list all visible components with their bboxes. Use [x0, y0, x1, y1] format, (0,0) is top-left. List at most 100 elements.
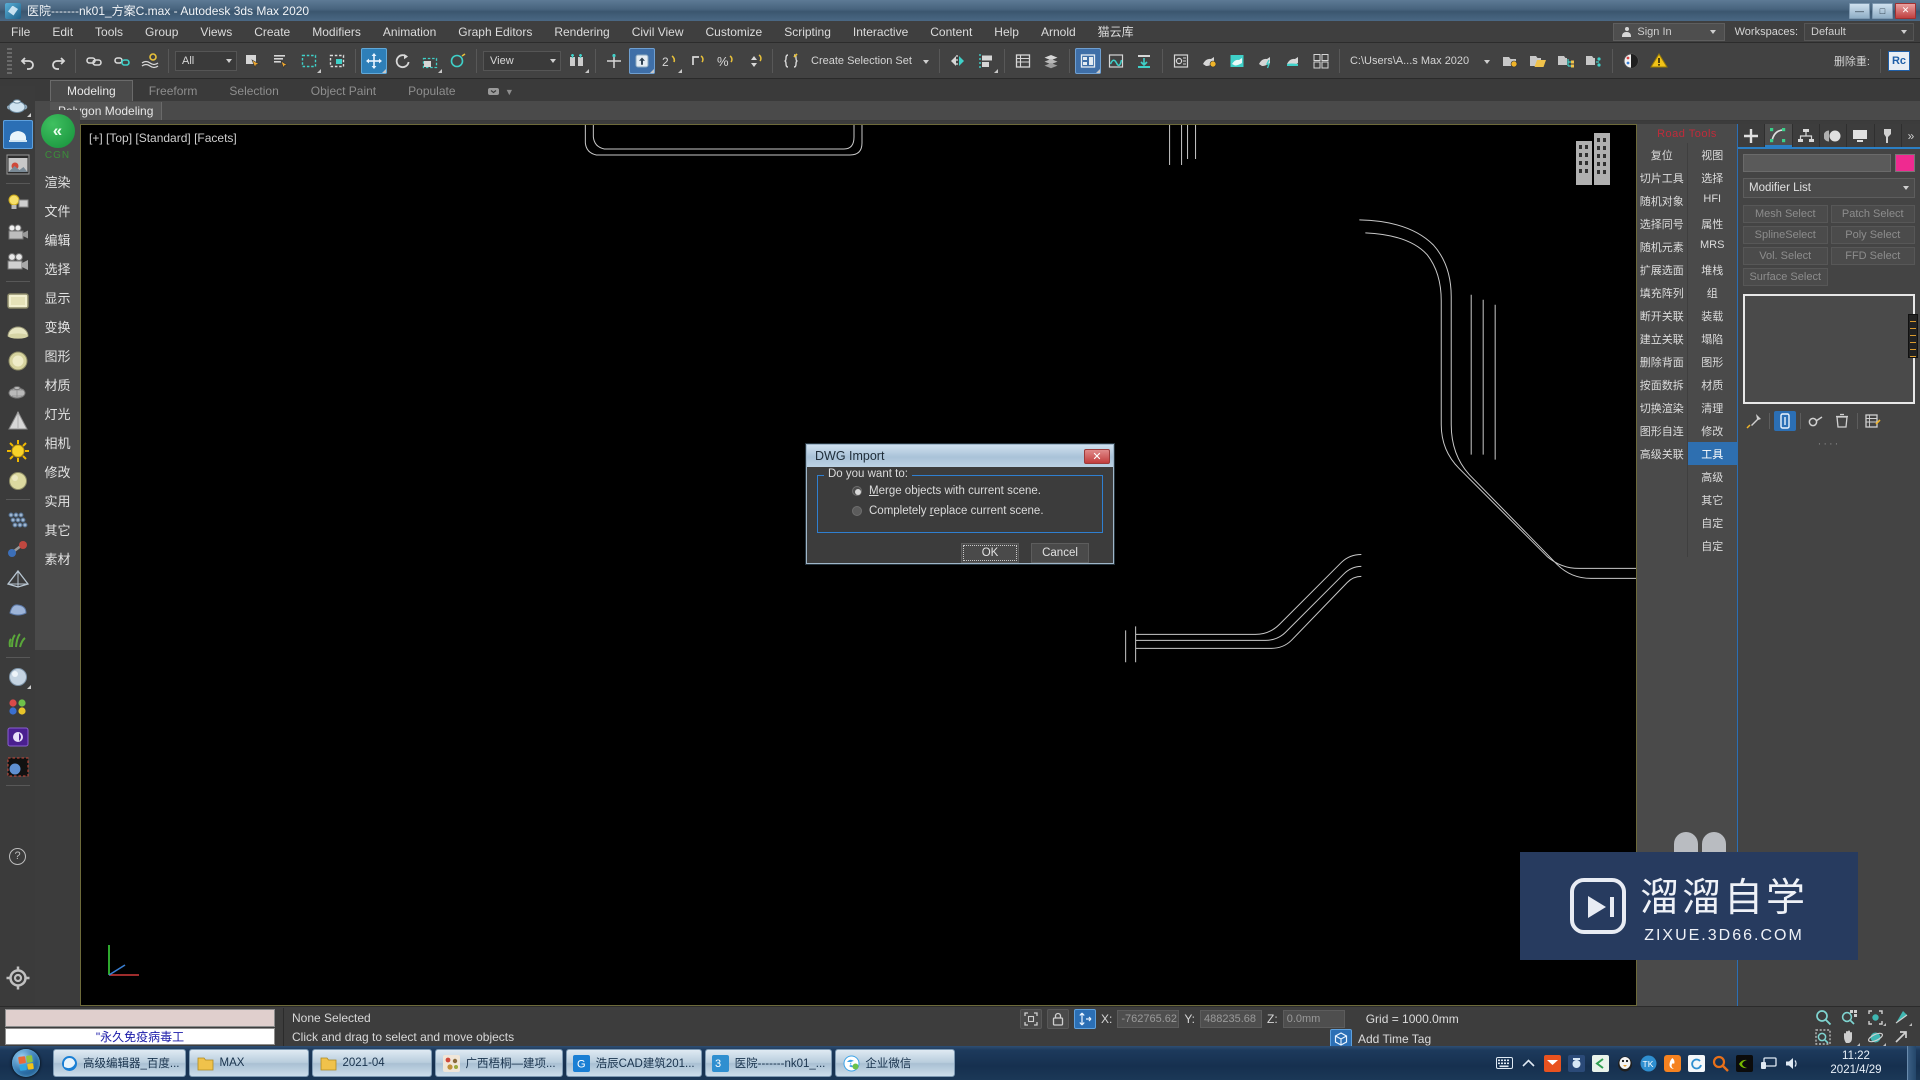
field-of-view-icon[interactable] — [1888, 1007, 1914, 1027]
cancel-button[interactable]: Cancel — [1031, 543, 1089, 563]
quick-panel-item-13[interactable]: 素材 — [35, 544, 80, 573]
road-tool-left-2[interactable]: 随机对象 — [1637, 189, 1688, 212]
camera-icon[interactable] — [3, 248, 33, 277]
cone-icon[interactable] — [3, 406, 33, 435]
material-editor-button[interactable] — [1074, 47, 1101, 74]
selection-lock-icon[interactable] — [1047, 1009, 1069, 1029]
asset-tracking-button[interactable] — [1581, 48, 1607, 74]
menu-item-3[interactable]: Group — [134, 22, 189, 42]
help-icon[interactable]: ? — [9, 847, 26, 865]
tk-icon[interactable]: TK — [1640, 1055, 1657, 1072]
menu-item-6[interactable]: Modifiers — [301, 22, 372, 42]
dome-icon[interactable] — [3, 316, 33, 345]
ribbon-tab-freeform[interactable]: Freeform — [133, 81, 214, 101]
view-cube-icon[interactable] — [1572, 133, 1620, 189]
road-tool-right-10[interactable]: 材质 — [1688, 373, 1738, 396]
select-and-link-button[interactable] — [81, 48, 107, 74]
molecule-icon[interactable] — [3, 534, 33, 563]
x-field[interactable]: -762765.62 — [1117, 1010, 1180, 1028]
option-merge-row[interactable]: Merge objects with current scene. — [852, 485, 1094, 497]
road-tool-left-8[interactable]: 建立关联 — [1637, 327, 1688, 350]
ok-button[interactable]: OK — [961, 543, 1019, 563]
volume-icon[interactable] — [1784, 1055, 1801, 1072]
selection-lock-frame-icon[interactable] — [1020, 1009, 1042, 1029]
zoom-icon[interactable] — [1810, 1007, 1836, 1027]
menu-item-17[interactable]: 猫云库 — [1087, 20, 1145, 43]
sphere-icon[interactable] — [3, 346, 33, 375]
gold-sphere-icon[interactable] — [3, 466, 33, 495]
quick-panel-item-8[interactable]: 灯光 — [35, 399, 80, 428]
select-and-place-button[interactable] — [445, 48, 471, 74]
road-tool-right-13[interactable]: 工具 — [1687, 442, 1737, 465]
open-project-button[interactable] — [1525, 48, 1551, 74]
zoom-extents-icon[interactable] — [1862, 1007, 1888, 1027]
selection-region-icon[interactable] — [3, 752, 33, 781]
modifier-list-dropdown[interactable]: Modifier List — [1743, 178, 1915, 198]
hierarchy-tab[interactable] — [1793, 124, 1820, 147]
frame-icon[interactable] — [3, 286, 33, 315]
absolute-relative-toggle[interactable] — [1074, 1009, 1096, 1029]
rectangular-selection-region-button[interactable] — [296, 48, 322, 74]
redo-button[interactable] — [44, 48, 70, 74]
pyramid-wire-icon[interactable] — [3, 564, 33, 593]
object-color-swatch[interactable] — [1895, 154, 1915, 172]
qq-icon[interactable] — [1616, 1055, 1633, 1072]
quick-panel-item-3[interactable]: 选择 — [35, 254, 80, 283]
quick-panel-item-11[interactable]: 实用 — [35, 486, 80, 515]
curve-editor-button[interactable] — [1103, 48, 1129, 74]
scene-explorer-button[interactable] — [1038, 48, 1064, 74]
render-in-cloud-button[interactable] — [1308, 48, 1334, 74]
sync-icon[interactable] — [1688, 1054, 1705, 1072]
select-and-rotate-button[interactable] — [389, 48, 415, 74]
unlink-selection-button[interactable] — [109, 48, 135, 74]
quick-panel-item-1[interactable]: 文件 — [35, 196, 80, 225]
road-tool-left-12[interactable]: 图形自连 — [1637, 419, 1688, 442]
menu-item-11[interactable]: Customize — [695, 22, 774, 42]
taskbar-item-2[interactable]: 2021-04 — [312, 1049, 433, 1077]
spinner-snap-toggle-button[interactable]: % — [713, 48, 739, 74]
modify-tab[interactable] — [1765, 124, 1793, 147]
start-button[interactable] — [2, 1048, 50, 1078]
utilities-tab[interactable] — [1875, 124, 1902, 147]
road-tool-right-6[interactable]: 组 — [1688, 281, 1738, 304]
road-tool-right-15[interactable]: 其它 — [1688, 488, 1738, 511]
menu-item-2[interactable]: Tools — [84, 22, 134, 42]
rc-button[interactable]: Rc — [1886, 48, 1912, 74]
minimize-button[interactable]: — — [1849, 2, 1870, 19]
modifier-button-poly-select[interactable]: Poly Select — [1830, 226, 1915, 244]
menu-item-13[interactable]: Interactive — [842, 22, 919, 42]
layer-explorer-button[interactable] — [1010, 48, 1036, 74]
pan-hand-icon[interactable] — [1836, 1027, 1862, 1047]
camera-tool-icon[interactable] — [1568, 1054, 1585, 1072]
road-tool-right-12[interactable]: 修改 — [1688, 419, 1738, 442]
panel-resize-handle[interactable]: ···· — [1738, 434, 1920, 450]
road-tool-right-7[interactable]: 装载 — [1688, 304, 1738, 327]
selection-filter-combo[interactable]: All — [175, 50, 237, 71]
project-settings-button[interactable] — [1497, 48, 1523, 74]
road-tool-left-6[interactable]: 填充阵列 — [1637, 281, 1688, 304]
render-production-button[interactable] — [1224, 48, 1250, 74]
project-folder-path[interactable]: C:\Users\A...s Max 2020 — [1344, 55, 1496, 67]
keyboard-icon[interactable] — [1496, 1055, 1513, 1072]
menu-item-9[interactable]: Rendering — [543, 22, 620, 42]
undo-button[interactable] — [16, 48, 42, 74]
window-crossing-toggle-button[interactable] — [324, 48, 350, 74]
maximize-button[interactable]: □ — [1872, 2, 1893, 19]
zoom-region-icon[interactable] — [1810, 1027, 1836, 1047]
close-button[interactable]: ✕ — [1895, 2, 1916, 19]
road-tool-right-4[interactable]: MRS — [1688, 235, 1738, 258]
clock[interactable]: 11:22 2021/4/29 — [1808, 1049, 1900, 1077]
sign-in-button[interactable]: Sign In — [1613, 22, 1725, 41]
quick-panel-item-12[interactable]: 其它 — [35, 515, 80, 544]
toolbar-grip[interactable] — [7, 47, 12, 74]
ribbon-tab-populate[interactable]: Populate — [392, 81, 471, 101]
settings-gear-icon[interactable] — [3, 964, 33, 993]
angle-snap-toggle-button[interactable]: 2 — [657, 48, 683, 74]
material-sphere-icon[interactable] — [3, 662, 33, 691]
select-and-scale-button[interactable] — [417, 48, 443, 74]
ribbon-tab-selection[interactable]: Selection — [213, 81, 294, 101]
snaps-toggle-button[interactable] — [629, 47, 655, 74]
show-end-result-icon[interactable] — [1774, 411, 1796, 431]
road-tool-right-14[interactable]: 高级 — [1688, 465, 1738, 488]
modifier-stack[interactable] — [1743, 294, 1918, 404]
